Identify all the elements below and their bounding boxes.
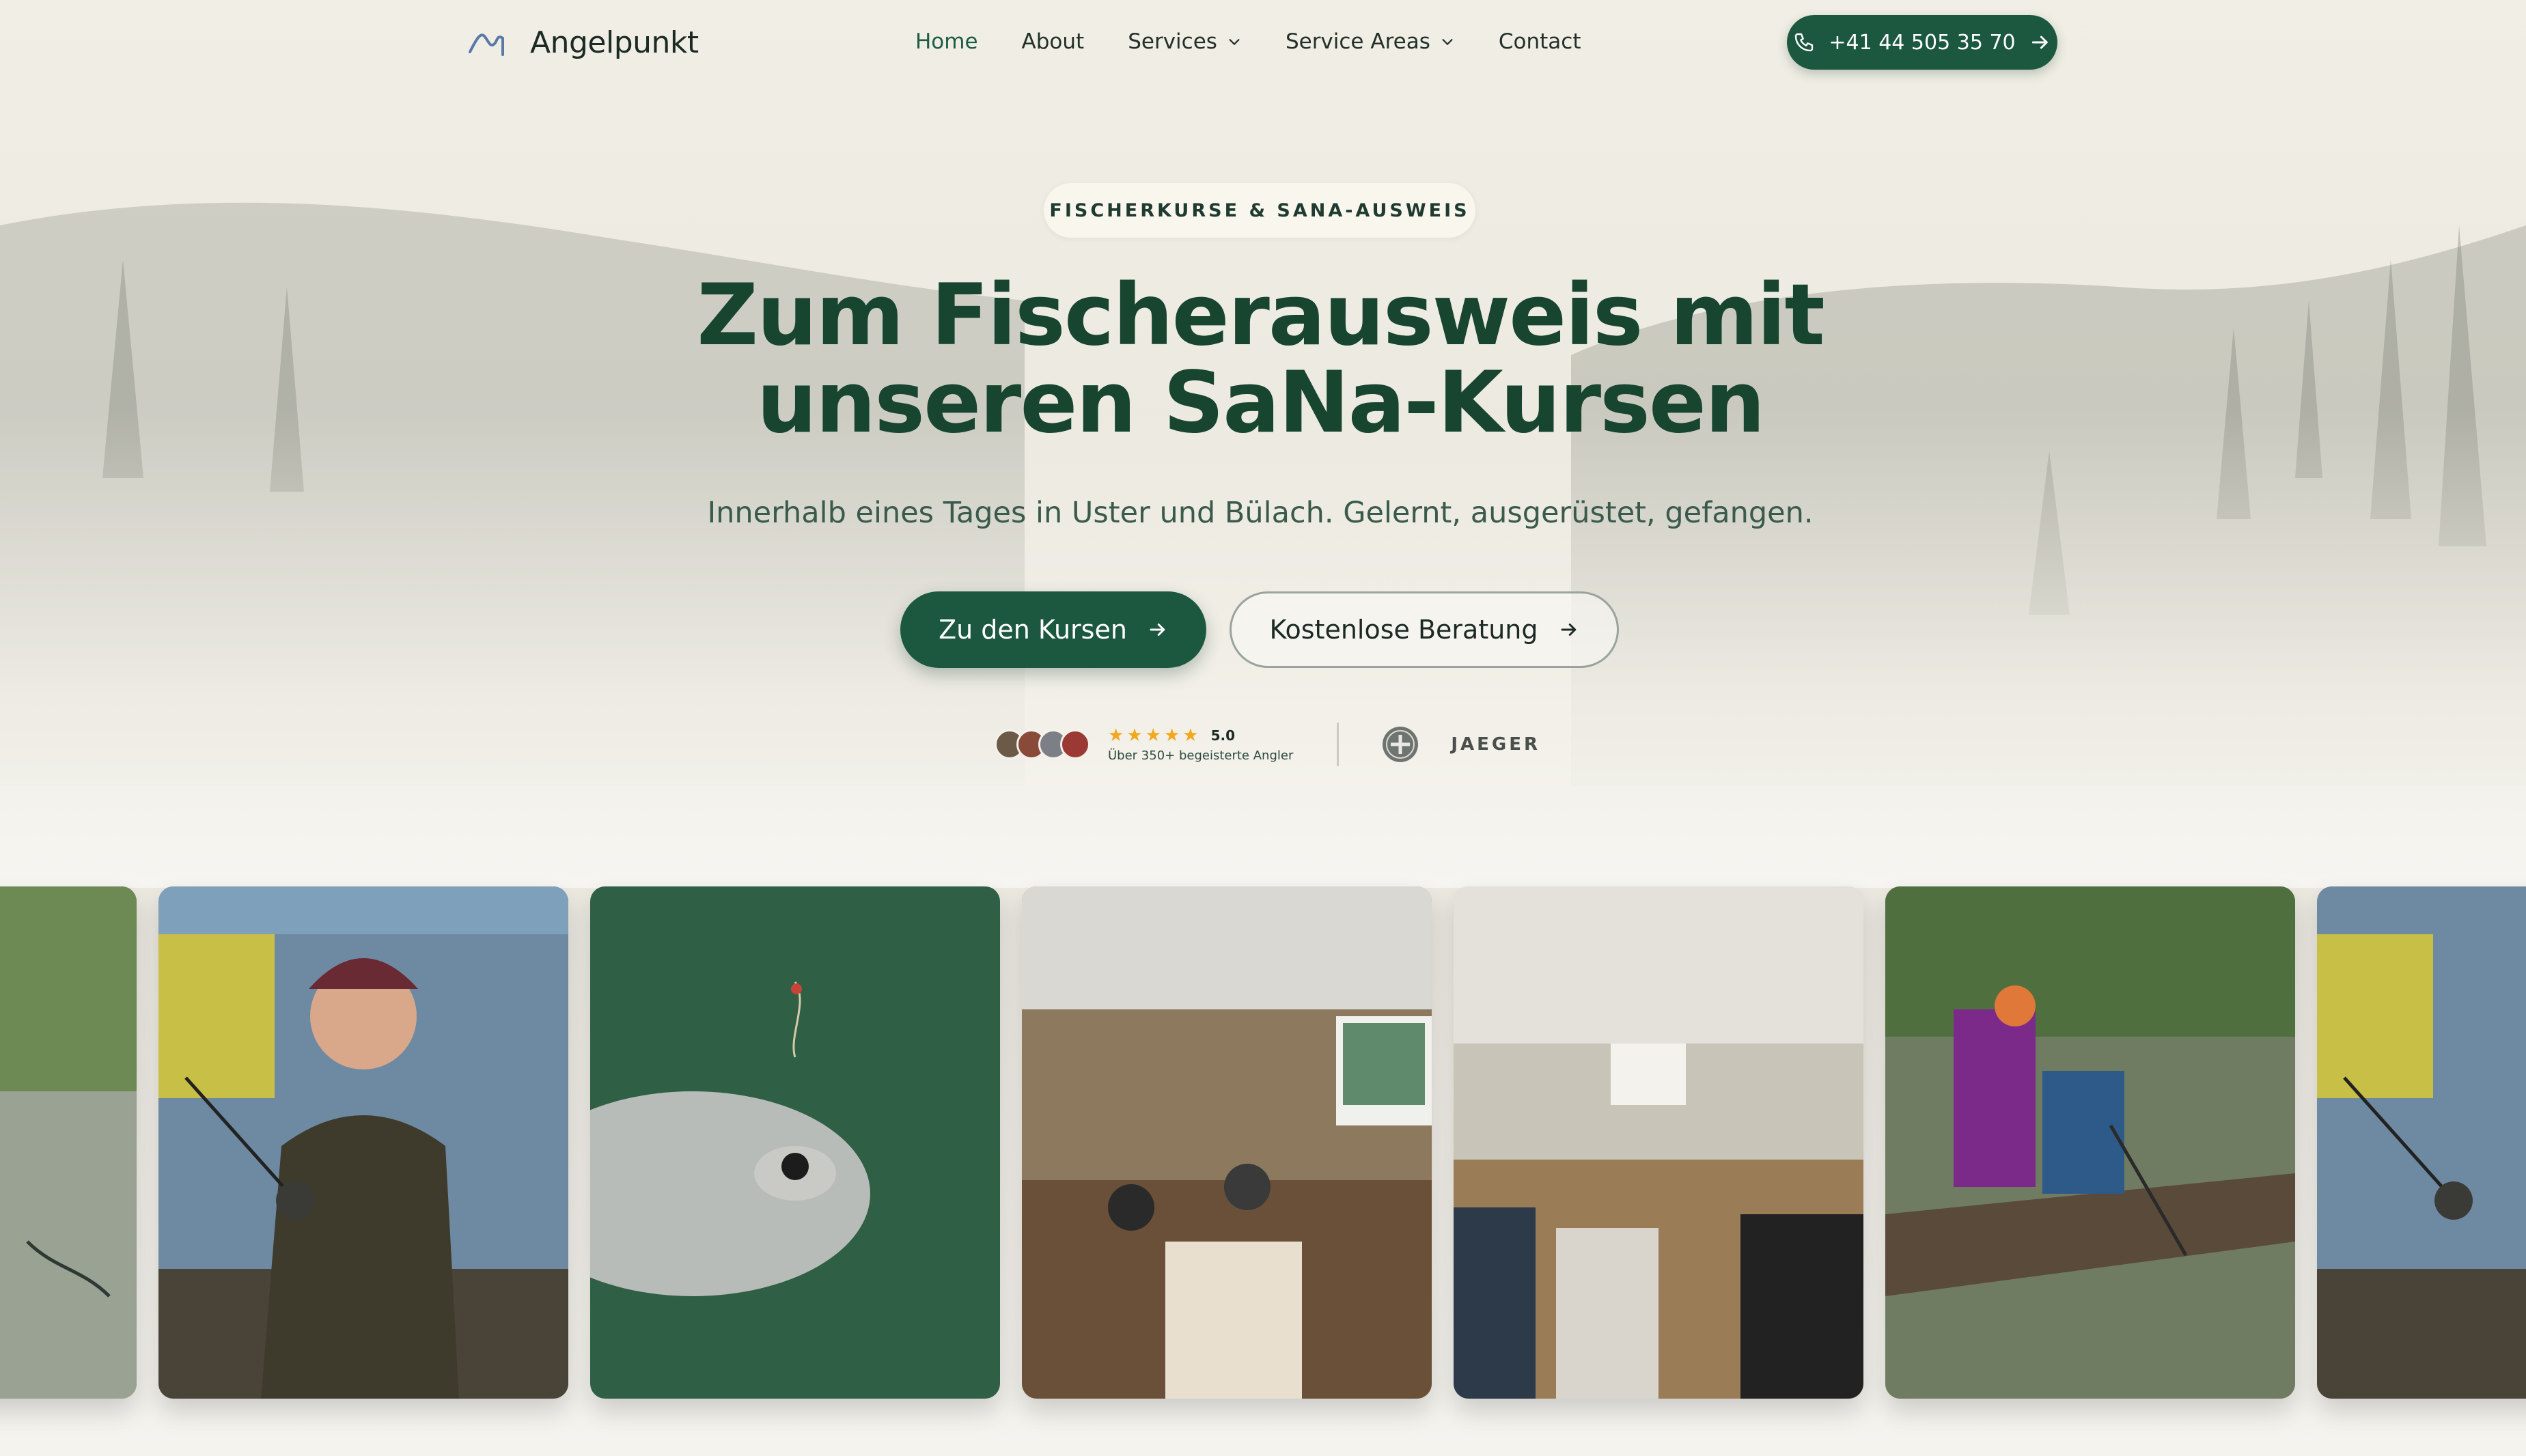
nav-item-contact[interactable]: Contact	[1499, 29, 1581, 54]
classroom-presentation-photo	[1022, 886, 1432, 1399]
star-icon: ★	[1182, 725, 1199, 746]
nav-item-about[interactable]: About	[1022, 29, 1085, 54]
star-icon: ★	[1163, 725, 1180, 746]
star-icon: ★	[1108, 725, 1124, 746]
photo-gallery	[0, 886, 2526, 1399]
rating-caption: Über 350+ begeisterte Angler	[1108, 748, 1294, 763]
nav-label: Service Areas	[1285, 29, 1430, 54]
hero-subtitle: Innerhalb eines Tages in Uster und Bülac…	[707, 496, 1814, 530]
main-nav: Home About Services Service Areas Contac…	[915, 23, 1624, 60]
nav-label: Contact	[1498, 29, 1581, 54]
jaeger-emblem-icon	[1383, 727, 1419, 762]
social-proof: ★ ★ ★ ★ ★ 5.0 Über 350+ begeisterte Angl…	[995, 718, 1540, 770]
chevron-down-icon	[1229, 39, 1240, 45]
nav-label: Services	[1128, 29, 1217, 54]
fishing-line-logo-icon	[469, 33, 504, 56]
phone-icon	[1795, 33, 1814, 52]
arrow-right-icon	[1150, 624, 1165, 636]
hero-title: Zum Fischerausweis mit unseren SaNa-Kurs…	[615, 272, 1906, 447]
partner-name: JAEGER	[1451, 734, 1541, 755]
gallery-photo[interactable]	[1454, 886, 1863, 1399]
chevron-down-icon	[1442, 39, 1453, 45]
gallery-photo[interactable]	[1885, 886, 2295, 1399]
landing-page: Angelpunkt Home About Services Service A…	[0, 0, 2526, 1456]
rating-score: 5.0	[1210, 727, 1235, 744]
nav-label: Home	[915, 29, 978, 54]
site-header: Angelpunkt Home About Services Service A…	[0, 0, 2526, 83]
brand-logo[interactable]: Angelpunkt	[467, 20, 699, 64]
nav-label: About	[1021, 29, 1085, 54]
partner-logo: JAEGER	[1381, 725, 1540, 764]
gallery-photo[interactable]	[158, 886, 568, 1399]
fish-on-hook-closeup-photo	[590, 886, 1000, 1399]
gallery-photo[interactable]	[590, 886, 1000, 1399]
course-participants-room-photo	[1454, 886, 1863, 1399]
star-icon: ★	[1145, 725, 1161, 746]
rating-block: ★ ★ ★ ★ ★ 5.0 Über 350+ begeisterte Angl…	[1108, 727, 1293, 763]
instructor-with-fishing-rod-repeat-photo	[2317, 886, 2526, 1399]
courses-button-label: Zu den Kursen	[939, 615, 1127, 645]
avatar	[1060, 729, 1090, 759]
hero-title-line1: Zum Fischerausweis mit	[697, 266, 1824, 365]
landing-fish-from-dock-photo	[1885, 886, 2295, 1399]
courses-button[interactable]: Zu den Kursen	[900, 591, 1206, 668]
phone-number: +41 44 505 35 70	[1829, 30, 2016, 55]
gallery-photo[interactable]	[2317, 886, 2526, 1399]
brand-name: Angelpunkt	[530, 25, 699, 60]
gallery-photo[interactable]	[0, 886, 137, 1399]
angler-at-river-photo	[0, 886, 137, 1399]
star-icon: ★	[1126, 725, 1143, 746]
arrow-right-icon	[2031, 36, 2048, 49]
hero-badge: FISCHERKURSE & SANA-AUSWEIS	[1044, 183, 1475, 238]
instructor-with-fishing-rod-photo	[158, 886, 568, 1399]
hero-title-line2: unseren SaNa-Kursen	[756, 354, 1766, 452]
free-consultation-button[interactable]: Kostenlose Beratung	[1230, 591, 1619, 668]
divider	[1337, 723, 1340, 766]
nav-item-services[interactable]: Services	[1128, 29, 1242, 54]
arrow-right-icon	[1561, 624, 1576, 636]
nav-item-home[interactable]: Home	[915, 29, 978, 54]
nav-item-service-areas[interactable]: Service Areas	[1286, 29, 1455, 54]
star-rating: ★ ★ ★ ★ ★ 5.0	[1108, 727, 1293, 744]
customer-avatars	[995, 729, 1090, 759]
phone-call-button[interactable]: +41 44 505 35 70	[1787, 15, 2057, 70]
gallery-photo[interactable]	[1022, 886, 1432, 1399]
consultation-button-label: Kostenlose Beratung	[1269, 615, 1538, 645]
